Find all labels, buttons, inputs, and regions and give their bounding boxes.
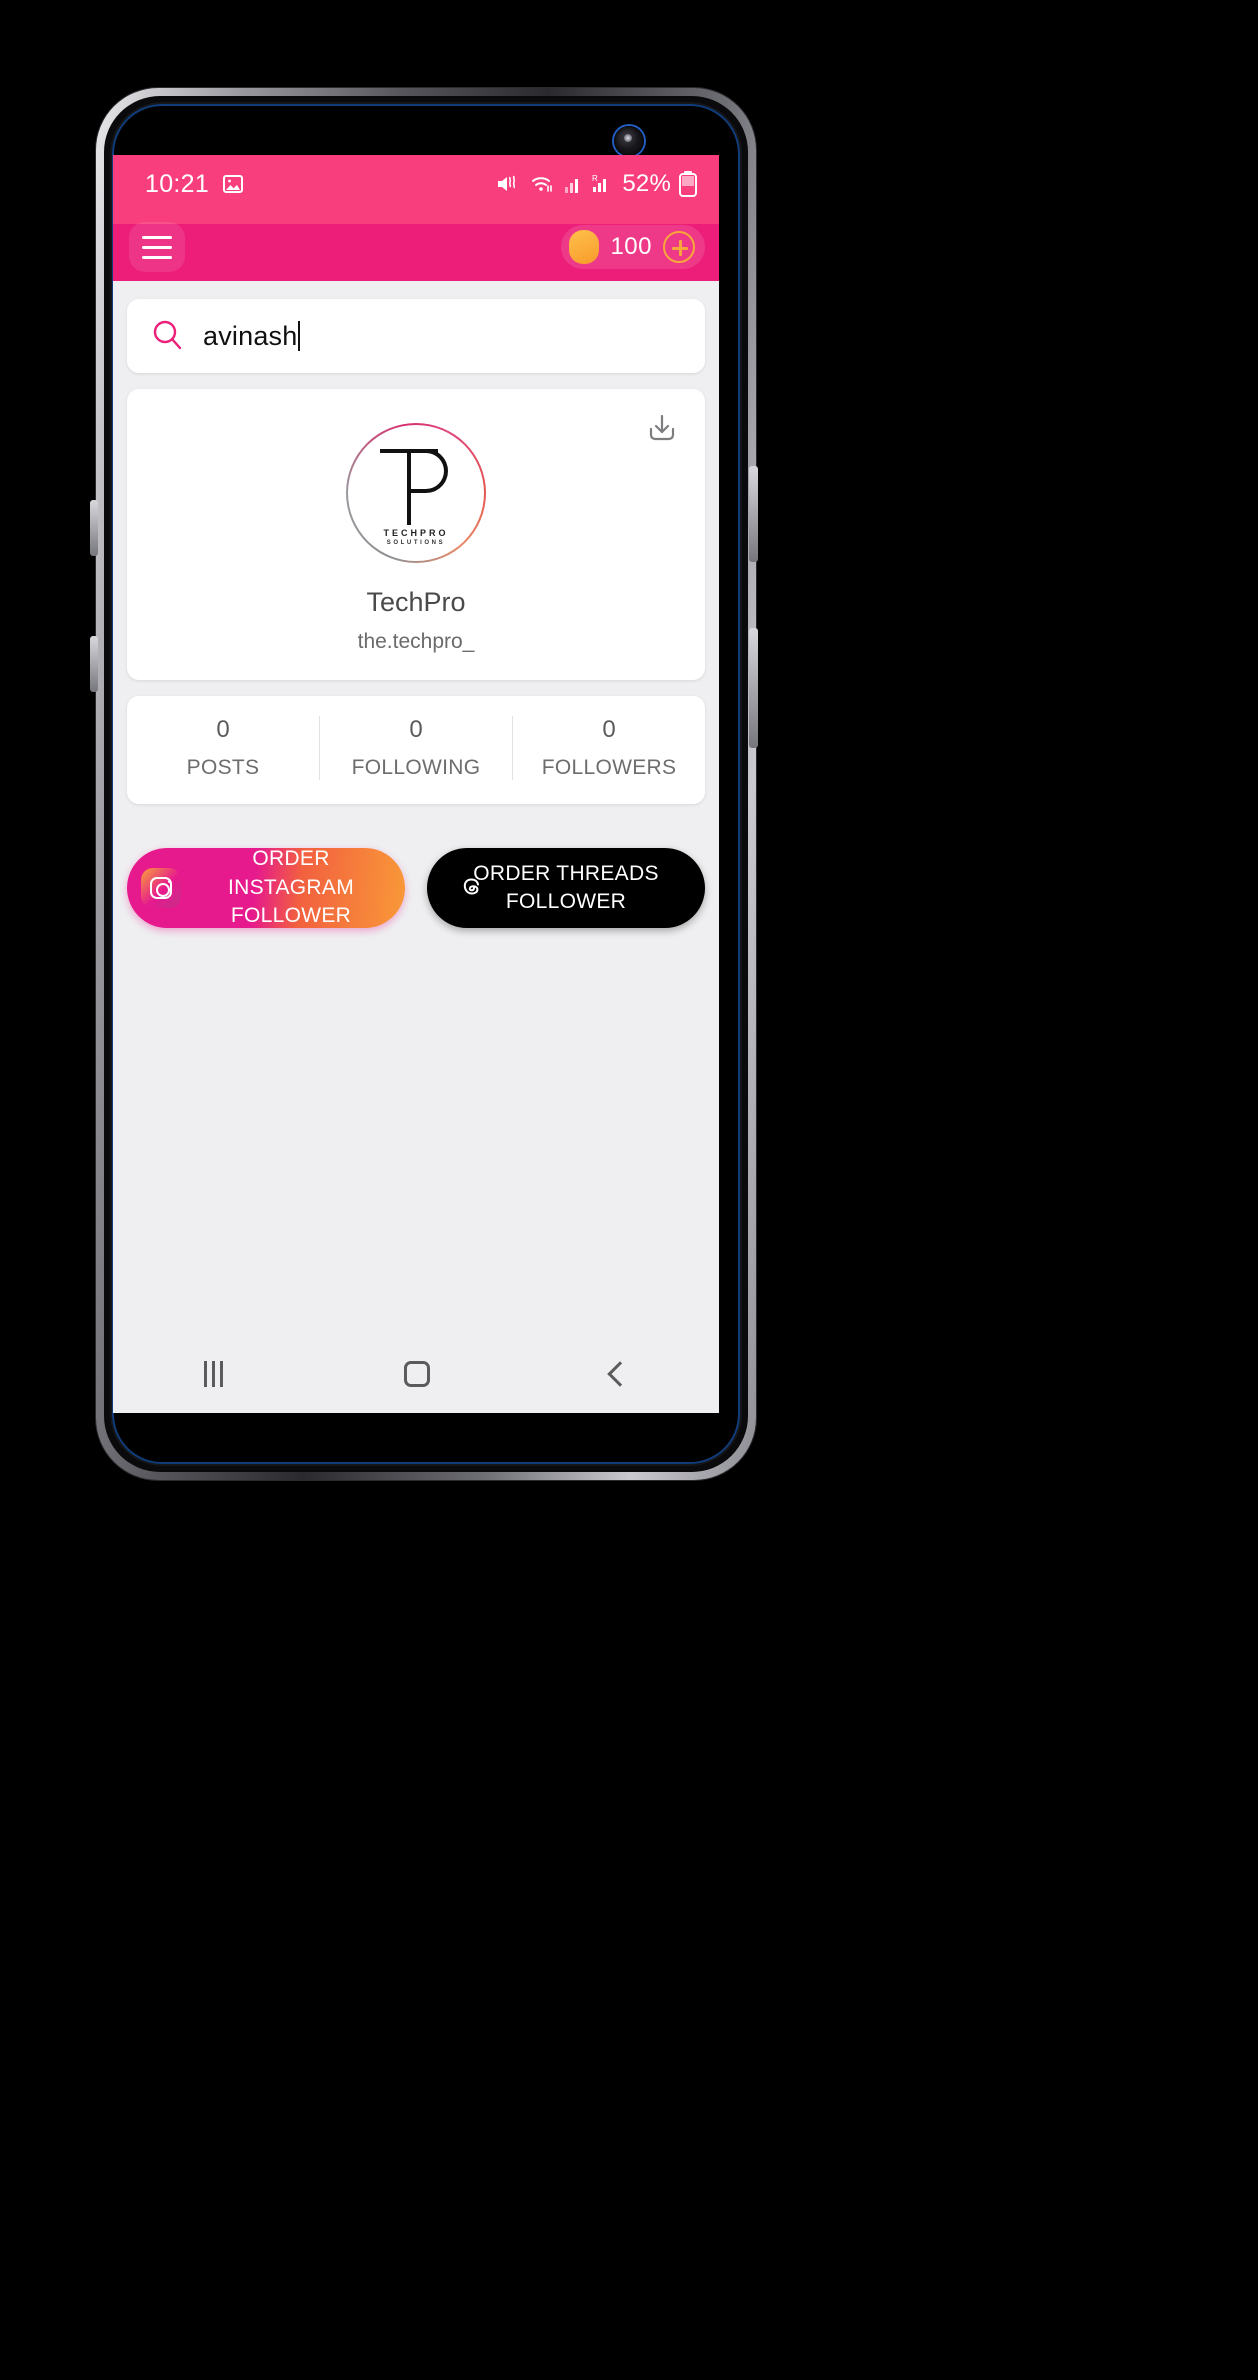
status-time: 10:21 [145, 169, 210, 198]
order-instagram-follower-button[interactable]: ORDER INSTAGRAM FOLLOWER [127, 848, 405, 928]
stat-label: FOLLOWERS [541, 756, 677, 779]
system-nav-bar [113, 1335, 719, 1413]
stat-value: 0 [409, 716, 423, 743]
roaming-signal-icon: R [592, 173, 614, 195]
threads-icon [451, 868, 491, 908]
battery-icon [679, 171, 697, 197]
stat-posts: 0 POSTS [127, 716, 319, 780]
avatar: TECHPRO SOLUTIONS [346, 423, 486, 563]
hamburger-menu-icon[interactable] [129, 222, 185, 272]
status-bar: 10:21 R 52% [113, 155, 719, 213]
instagram-icon [141, 868, 181, 908]
wifi-icon [530, 173, 556, 195]
stat-label: FOLLOWING [351, 756, 481, 779]
search-bar[interactable]: avinash [127, 299, 705, 373]
avatar-brand-secondary: SOLUTIONS [386, 539, 446, 546]
battery-percent: 52% [622, 170, 671, 197]
profile-card: TECHPRO SOLUTIONS TechPro the.techpro_ [127, 389, 705, 680]
techpro-monogram-icon [374, 447, 458, 527]
profile-name: TechPro [366, 587, 466, 617]
search-input[interactable]: avinash [203, 320, 301, 352]
stats-card: 0 POSTS 0 FOLLOWING 0 FOLLOWERS [127, 696, 705, 804]
app-bar: 100 [113, 212, 719, 281]
order-instagram-label: ORDER INSTAGRAM FOLLOWER [228, 848, 354, 928]
avatar-brand-primary: TECHPRO [383, 527, 449, 538]
back-icon[interactable] [606, 1361, 633, 1387]
image-icon [221, 172, 245, 196]
search-icon [151, 319, 185, 353]
side-key-button[interactable] [749, 628, 758, 748]
power-button[interactable] [749, 466, 758, 562]
text-cursor [298, 320, 301, 351]
status-bar-left: 10:21 [145, 170, 245, 199]
stat-label: POSTS [186, 756, 260, 779]
stat-followers: 0 FOLLOWERS [512, 716, 705, 780]
avatar-logo: TECHPRO SOLUTIONS [348, 425, 484, 561]
volume-down-button[interactable] [90, 636, 98, 692]
recents-icon[interactable] [203, 1361, 223, 1387]
coin-icon [569, 230, 600, 264]
mute-icon [496, 173, 522, 195]
screen-body: avinash TECHPRO SOLUTIONS TechPro the.te… [113, 299, 719, 928]
stat-following: 0 FOLLOWING [319, 716, 512, 780]
front-camera-icon [614, 126, 644, 156]
add-coins-button[interactable] [663, 231, 695, 263]
profile-handle: the.techpro_ [357, 630, 475, 653]
coin-balance-chip[interactable]: 100 [561, 225, 705, 269]
signal-icon [564, 174, 584, 194]
download-icon[interactable] [645, 411, 679, 445]
volume-up-button[interactable] [90, 500, 98, 556]
stat-value: 0 [602, 716, 616, 743]
order-threads-follower-button[interactable]: ORDER THREADS FOLLOWER [427, 848, 705, 928]
stat-value: 0 [216, 716, 230, 743]
svg-text:R: R [592, 174, 598, 183]
home-icon[interactable] [403, 1361, 430, 1387]
search-value: avinash [203, 320, 298, 351]
app-viewport: 10:21 R 52% 100 avinash TECHPRO SOLUTION… [113, 155, 719, 1413]
status-bar-right: R 52% [496, 170, 697, 198]
screenshot-stage: 10:21 R 52% 100 avinash TECHPRO SOLUTION… [0, 0, 1258, 2380]
coin-count: 100 [610, 233, 652, 260]
order-buttons-row: ORDER INSTAGRAM FOLLOWER ORDER THREADS F… [127, 848, 705, 928]
